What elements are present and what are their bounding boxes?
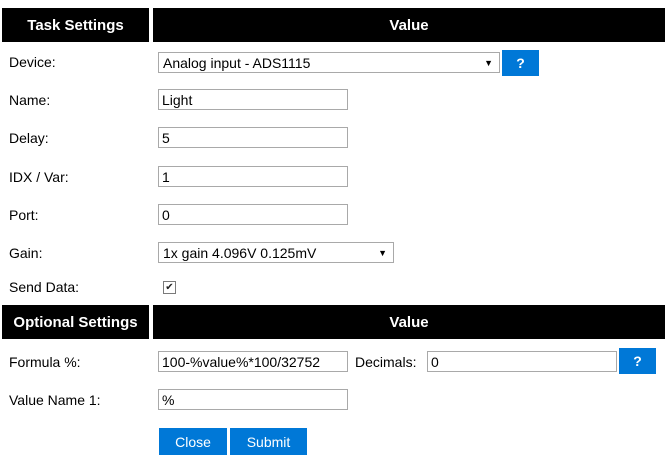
formula-help-button[interactable]: ? bbox=[619, 348, 656, 374]
device-select-value: Analog input - ADS1115 bbox=[163, 54, 311, 71]
port-label: Port: bbox=[9, 207, 39, 223]
device-help-button[interactable]: ? bbox=[502, 50, 539, 76]
gain-label: Gain: bbox=[9, 245, 43, 261]
chevron-down-icon: ▼ bbox=[378, 247, 387, 258]
value-name-label: Value Name 1: bbox=[9, 392, 101, 408]
name-label: Name: bbox=[9, 92, 51, 108]
delay-input[interactable] bbox=[158, 127, 348, 148]
chevron-down-icon: ▼ bbox=[484, 57, 493, 68]
gain-select-value: 1x gain 4.096V 0.125mV bbox=[163, 244, 317, 261]
send-data-label: Send Data: bbox=[9, 279, 80, 295]
optional-value-header: Value bbox=[153, 305, 665, 339]
gain-select[interactable]: 1x gain 4.096V 0.125mV ▼ bbox=[158, 242, 394, 263]
decimals-input[interactable] bbox=[427, 351, 617, 372]
name-input[interactable] bbox=[158, 89, 348, 110]
formula-input[interactable] bbox=[158, 351, 348, 372]
value-name-input[interactable] bbox=[158, 389, 348, 410]
submit-button[interactable]: Submit bbox=[230, 428, 307, 455]
delay-label: Delay: bbox=[9, 130, 49, 146]
value-header: Value bbox=[153, 8, 665, 42]
close-button[interactable]: Close bbox=[159, 428, 227, 455]
device-select[interactable]: Analog input - ADS1115 ▼ bbox=[158, 52, 500, 73]
send-data-checkbox[interactable]: ✔ bbox=[163, 281, 176, 294]
port-input[interactable] bbox=[158, 204, 348, 225]
task-settings-header: Task Settings bbox=[2, 8, 149, 42]
idx-input[interactable] bbox=[158, 166, 348, 187]
device-label: Device: bbox=[9, 54, 56, 70]
decimals-label: Decimals: bbox=[355, 354, 417, 370]
optional-settings-header: Optional Settings bbox=[2, 305, 149, 339]
formula-label: Formula %: bbox=[9, 354, 81, 370]
idx-label: IDX / Var: bbox=[9, 169, 69, 185]
